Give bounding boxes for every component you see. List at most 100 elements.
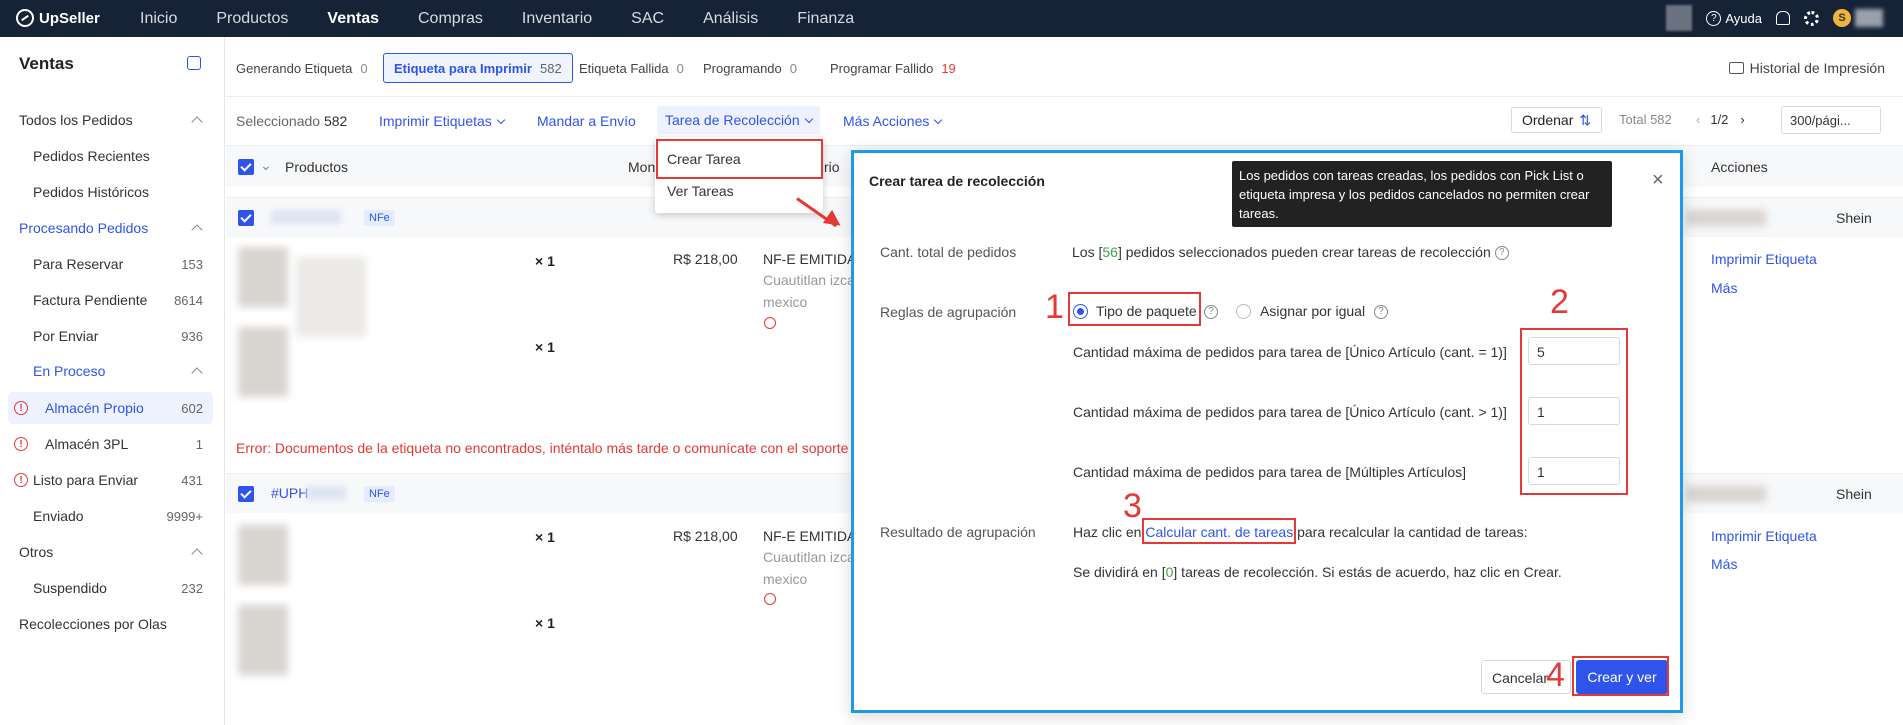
product-image [238,605,288,675]
sidebar-group-todos[interactable]: Todos los Pedidos [0,104,213,136]
more-link[interactable]: Más [1711,280,1737,296]
warning-icon: ! [14,437,28,451]
total-count: Total 582 [1619,112,1672,127]
order-number[interactable]: #UPH [271,485,308,501]
help-button[interactable]: ? Ayuda [1706,10,1762,26]
page-size-select[interactable]: 300/pági... [1781,106,1881,134]
status-tabs: Generando Etiqueta 0 Etiqueta para Imprim… [226,37,1903,97]
plan-badge: S [1833,9,1851,27]
buyer-country: mexico [763,571,808,587]
max-single-eq1-label: Cantidad máxima de pedidos para tarea de… [1073,344,1507,360]
sort-icon: ⇅ [1579,111,1592,128]
user-menu[interactable]: S [1833,9,1883,27]
tab-generando[interactable]: Generando Etiqueta 0 [226,53,378,83]
nav-ventas[interactable]: Ventas [327,10,379,28]
sidebar-group-procesando[interactable]: Procesando Pedidos [0,212,213,244]
col-destinatario: rio [824,159,840,175]
more-actions-menu[interactable]: Más Acciones [843,113,943,129]
annotation-number-1: 1 [1045,288,1064,326]
sidebar-item-historicos[interactable]: Pedidos Históricos [0,176,213,208]
question-icon: ? [1706,10,1722,26]
nav-compras[interactable]: Compras [418,10,483,28]
sidebar-item-por-enviar[interactable]: Por Enviar 936 [0,320,213,352]
product-info-blurred [296,257,366,337]
annotation-box-4 [1572,656,1669,696]
order-number-blurred [306,486,346,500]
assign-equal-label[interactable]: Asignar por igual [1260,303,1365,319]
item-quantity: × 1 [535,339,555,355]
order-checkbox[interactable] [238,210,254,226]
tab-programar-fallido[interactable]: Programar Fallido 19 [820,53,966,83]
sort-button[interactable]: Ordenar ⇅ [1511,107,1603,133]
col-acciones: Acciones [1711,159,1768,175]
chevron-down-icon[interactable]: ⌄ [260,157,272,174]
gear-icon[interactable] [1804,10,1819,26]
bell-icon[interactable] [1776,11,1790,25]
nfe-badge: NFe [364,486,395,502]
error-message: Error: Documentos de la etiqueta no enco… [236,440,849,456]
item-quantity: × 1 [535,529,555,545]
sidebar-group-otros[interactable]: Otros [0,536,213,568]
view-tasks-option[interactable]: Ver Tareas [667,183,734,199]
sidebar-item-reservar[interactable]: Para Reservar 153 [0,248,213,280]
sidebar-group-en-proceso[interactable]: En Proceso [0,355,213,387]
annotation-box-2 [1520,328,1628,495]
print-history-link[interactable]: Historial de Impresión [1728,60,1885,76]
nav-inicio[interactable]: Inicio [140,10,177,28]
sidebar: Ventas Todos los Pedidos Pedidos Recient… [0,37,225,725]
product-image [238,327,288,397]
logo-icon [16,9,34,27]
tab-etiqueta-imprimir[interactable]: Etiqueta para Imprimir 582 [383,53,573,83]
collapse-sidebar-icon[interactable] [187,56,201,70]
chevron-down-icon [804,114,813,124]
order-checkbox[interactable] [238,486,254,502]
tab-programando[interactable]: Programando 0 [693,53,807,83]
print-label-link[interactable]: Imprimir Etiqueta [1711,528,1817,544]
shop-avatar[interactable] [1666,5,1693,31]
tab-etiqueta-fallida[interactable]: Etiqueta Fallida 0 [569,53,694,83]
close-icon[interactable]: × [1652,169,1664,192]
order-number-blurred [271,210,341,224]
question-icon[interactable]: ? [1374,305,1388,319]
nav-sac[interactable]: SAC [631,10,664,28]
grouping-rules-label: Reglas de agrupación [880,304,1017,320]
question-icon[interactable]: ? [1494,246,1509,261]
sidebar-item-almacen-propio[interactable]: ! Almacén Propio 602 [8,392,213,424]
pick-task-menu[interactable]: Tarea de Recolección [657,106,820,134]
user-warning-icon [764,593,776,605]
topbar-actions: ? Ayuda S [1666,5,1883,31]
question-icon[interactable]: ? [1204,305,1218,319]
radio-assign-equal[interactable] [1236,304,1251,319]
sidebar-item-listo[interactable]: ! Listo para Enviar 431 [0,464,213,496]
annotation-number-3: 3 [1123,487,1142,525]
print-label-link[interactable]: Imprimir Etiqueta [1711,251,1817,267]
sidebar-item-suspendido[interactable]: Suspendido 232 [0,572,213,604]
warning-icon: ! [14,401,28,415]
order-id-blurred [1686,486,1766,502]
more-link[interactable]: Más [1711,556,1737,572]
chevron-up-icon [191,548,203,560]
prev-page-icon[interactable]: ‹ [1696,112,1700,127]
select-all-checkbox[interactable] [238,159,254,175]
next-page-icon[interactable]: › [1740,112,1744,127]
store-name: Shein [1836,486,1872,502]
nav-productos[interactable]: Productos [216,10,288,28]
nav-inventario[interactable]: Inventario [522,10,592,28]
item-quantity: × 1 [535,615,555,631]
warning-icon: ! [14,473,28,487]
nav-analisis[interactable]: Análisis [703,10,758,28]
order-amount: R$ 218,00 [673,251,738,267]
sidebar-item-factura[interactable]: Factura Pendiente 8614 [0,284,213,316]
sidebar-item-almacen-3pl[interactable]: ! Almacén 3PL 1 [0,428,213,460]
top-navbar: UpSeller Inicio Productos Ventas Compras… [0,0,1903,37]
user-warning-icon [764,317,776,329]
sidebar-item-recientes[interactable]: Pedidos Recientes [0,140,213,172]
app-logo[interactable]: UpSeller [16,9,100,27]
print-labels-menu[interactable]: Imprimir Etiquetas [379,113,506,129]
nav-finanza[interactable]: Finanza [797,10,854,28]
sidebar-item-recolecciones[interactable]: Recolecciones por Olas [0,608,213,640]
sidebar-item-enviado[interactable]: Enviado 9999+ [0,500,213,532]
send-to-shipping-button[interactable]: Mandar a Envío [537,113,636,129]
chevron-up-icon [191,367,203,379]
order-amount: R$ 218,00 [673,528,738,544]
